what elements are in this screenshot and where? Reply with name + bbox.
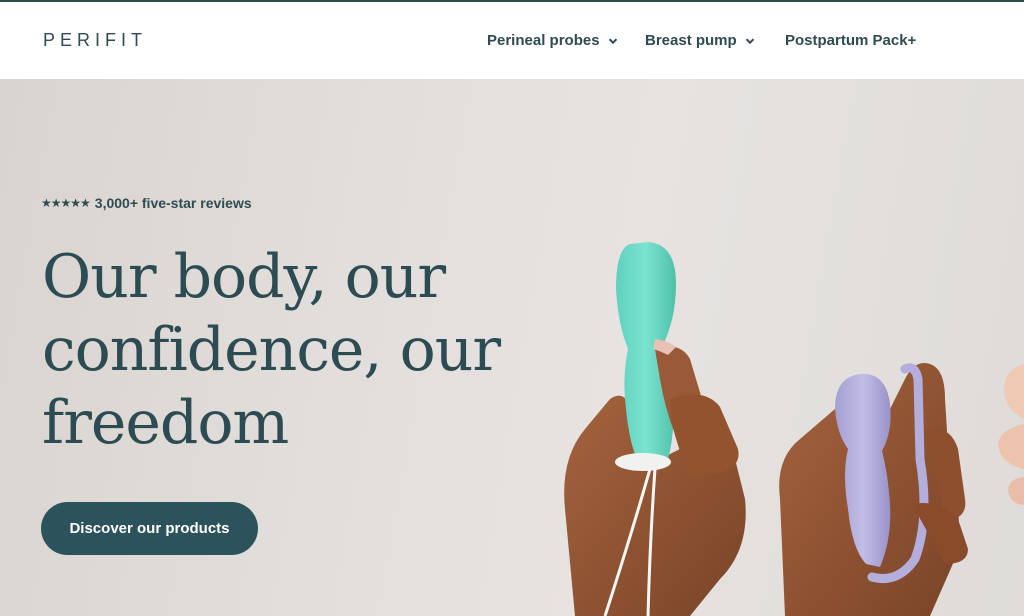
hero-headline: Our body, our confidence, our freedom <box>42 241 562 460</box>
nav-item-label: Postpartum Pack+ <box>785 32 917 49</box>
nav-item-label: Breast pump <box>645 32 737 49</box>
reviews-rating: ★★★★★ 3,000+ five-star reviews <box>41 195 252 211</box>
hero-section: ★★★★★ 3,000+ five-star reviews Our body,… <box>0 79 1024 616</box>
nav-item-label: Perineal probes <box>487 32 600 49</box>
nav-item-breast-pump[interactable]: Breast pump <box>645 32 755 49</box>
perifit-logo[interactable]: PERIFIT <box>43 30 147 51</box>
headline-line-1: Our body, our <box>42 242 446 312</box>
chevron-down-icon <box>745 36 755 46</box>
headline-line-3: freedom <box>42 388 289 458</box>
nav-item-postpartum-pack[interactable]: Postpartum Pack+ <box>785 32 916 49</box>
discover-products-button[interactable]: Discover our products <box>41 502 258 555</box>
headline-line-2: confidence, our <box>42 315 501 385</box>
chevron-down-icon <box>608 36 618 46</box>
site-header: PERIFIT Perineal probes Breast pump Post… <box>0 2 1024 79</box>
nav-item-perineal-probes[interactable]: Perineal probes <box>487 32 618 49</box>
reviews-text: 3,000+ five-star reviews <box>94 195 252 211</box>
five-star-icon: ★★★★★ <box>41 196 91 210</box>
